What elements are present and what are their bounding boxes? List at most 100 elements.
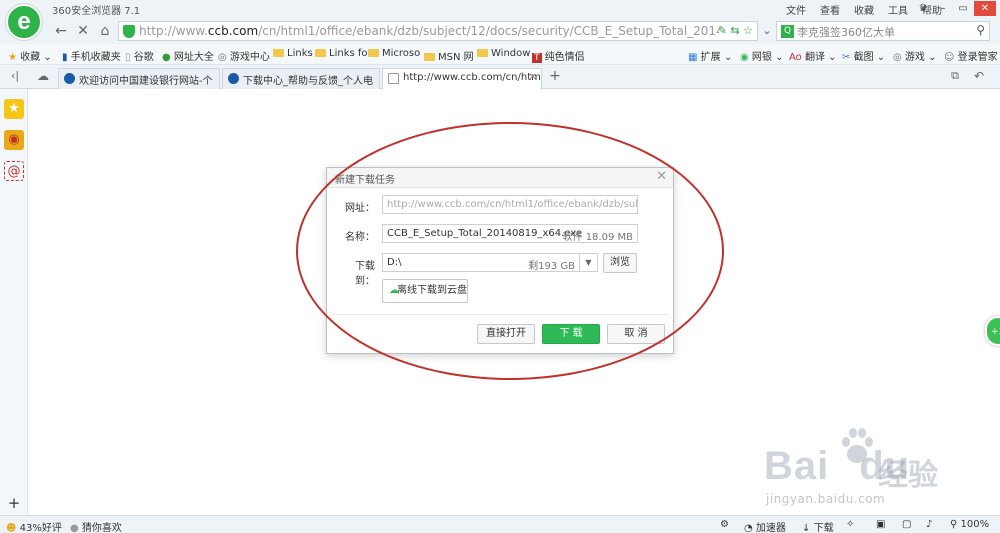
- browse-button[interactable]: 浏览: [603, 253, 637, 273]
- bookmarks-bar: ★ 收藏 ⌄ ▮ 手机收藏夹 ▯ 谷歌 ● 网址大全 ◎ 游戏中心 Links …: [0, 44, 1000, 65]
- favorites-star-icon[interactable]: ★: [4, 99, 24, 119]
- toolbar-screenshot[interactable]: ✂ 截图 ⌄: [842, 48, 885, 63]
- star-icon: ★: [8, 52, 17, 63]
- address-actions-icon[interactable]: ✎ ⇆ ☆: [718, 24, 753, 37]
- dialog-title: 新建下载任务: [335, 175, 395, 186]
- menu-tools[interactable]: 工具: [888, 2, 908, 17]
- navigation-bar: ← ✕ ⌂ http://www.ccb.com/cn/html1/office…: [0, 18, 1000, 44]
- search-engine-icon[interactable]: Q: [781, 25, 794, 38]
- accelerator-item[interactable]: ◔ 加速器: [744, 519, 786, 533]
- folder-icon: [477, 49, 488, 57]
- logo-letter: e: [17, 8, 31, 35]
- tab-download-center[interactable]: 下载中心_帮助与反馈_个人电: [222, 68, 380, 89]
- url-label: 网址：: [345, 203, 375, 214]
- security-shield-icon: [123, 25, 135, 38]
- address-bar[interactable]: http://www.ccb.com/cn/html1/office/ebank…: [118, 21, 758, 41]
- search-box[interactable]: Q 李克强签360亿大单 ⚲: [776, 21, 990, 41]
- tab-current[interactable]: http://www.ccb.com/cn/htm ✕: [382, 68, 542, 90]
- toolbar-translate[interactable]: Ao 翻译 ⌄: [789, 48, 837, 63]
- undo-close-icon[interactable]: ↶: [970, 67, 988, 85]
- search-icon[interactable]: ⚲: [976, 23, 985, 37]
- bookmark-microsoft[interactable]: Microso: [368, 48, 420, 59]
- address-dropdown-icon[interactable]: ⌄: [758, 22, 776, 40]
- rating-item[interactable]: ☻ 43%好评: [6, 519, 62, 533]
- settings-icon[interactable]: ⚙: [720, 519, 729, 530]
- app-logo[interactable]: e: [6, 4, 42, 40]
- window-controls: ♛ – ▭ ✕: [914, 1, 996, 16]
- cloud-icon[interactable]: ☁: [34, 67, 52, 85]
- toolbar-label: 翻译: [804, 52, 825, 63]
- back-button[interactable]: ←: [52, 22, 70, 40]
- weibo-icon[interactable]: ◉: [4, 130, 24, 150]
- bookmark-game-center[interactable]: ◎ 游戏中心: [218, 48, 270, 63]
- dialog-close-icon[interactable]: ✕: [656, 169, 667, 184]
- speed-icon: ◔: [744, 523, 753, 533]
- minimize-button[interactable]: –: [934, 1, 952, 16]
- toolbar-login-manager[interactable]: ☺ 登录管家: [944, 48, 998, 63]
- brand-part1: Bai: [764, 444, 830, 488]
- zoom-item[interactable]: ⚲ 100%: [950, 519, 989, 530]
- destination-field[interactable]: D:\ 剩193 GB ▼: [382, 253, 598, 272]
- home-button[interactable]: ⌂: [96, 22, 114, 40]
- clean-icon[interactable]: ✧: [846, 519, 854, 530]
- download-item[interactable]: ↓ 下载: [802, 519, 834, 533]
- tab-label: http://www.ccb.com/cn/htm: [403, 72, 541, 83]
- menu-favorites[interactable]: 收藏: [854, 2, 874, 17]
- skin-icon[interactable]: ♛: [914, 1, 932, 16]
- guess-item[interactable]: ● 猜你喜欢: [70, 519, 122, 533]
- tab-label: 欢迎访问中国建设银行网站-个: [79, 76, 213, 87]
- restore-tab-icon[interactable]: ⧉: [946, 67, 964, 85]
- toolbar-games[interactable]: ◎ 游戏 ⌄: [893, 48, 936, 63]
- search-query[interactable]: 李克强签360亿大单: [797, 24, 895, 40]
- bookmark-mobile[interactable]: ▮ 手机收藏夹: [62, 48, 121, 63]
- maximize-button[interactable]: ▭: [954, 1, 972, 16]
- new-download-dialog: 新建下载任务 ✕ 网址： http://www.ccb.com/cn/html1…: [326, 167, 674, 354]
- bookmark-windows[interactable]: Window: [477, 48, 530, 59]
- add-sidebar-icon[interactable]: +: [4, 493, 24, 513]
- download-button[interactable]: 下 载: [542, 324, 600, 344]
- bookmark-links[interactable]: Links: [273, 48, 313, 59]
- url-rest: /cn/html1/office/ebank/dzb/subject/12/do…: [258, 24, 719, 38]
- bookmark-msn[interactable]: MSN 网: [424, 48, 474, 63]
- filename-value[interactable]: CCB_E_Setup_Total_20140819_x64.exe: [387, 228, 582, 239]
- dot-icon: ●: [70, 523, 79, 533]
- close-button[interactable]: ✕: [974, 1, 996, 16]
- bookmark-favorites[interactable]: ★ 收藏 ⌄: [8, 48, 52, 63]
- toolbar-label: 截图: [853, 52, 874, 63]
- image-icon[interactable]: ▣: [876, 519, 885, 530]
- gamepad-icon: ◎: [218, 52, 227, 63]
- watermark-jingyan: 经验: [878, 458, 938, 493]
- tab-close-icon[interactable]: ✕: [529, 72, 537, 83]
- filename-field[interactable]: CCB_E_Setup_Total_20140819_x64.exe 软件 18…: [382, 224, 638, 243]
- smile-icon: ☻: [6, 523, 17, 533]
- toolbar-extensions[interactable]: ▦ 扩展 ⌄: [688, 48, 732, 63]
- open-directly-button[interactable]: 直接打开: [477, 324, 535, 344]
- window-icon[interactable]: ▢: [902, 519, 911, 530]
- sound-icon[interactable]: ♪: [926, 519, 932, 530]
- folder-icon: [368, 49, 379, 57]
- bookmark-label: 游戏中心: [229, 52, 270, 63]
- address-text[interactable]: http://www.ccb.com/cn/html1/office/ebank…: [139, 24, 719, 38]
- floating-widget[interactable]: +3: [985, 316, 1000, 346]
- tab-history-icon[interactable]: ‹|: [6, 67, 24, 85]
- url-field[interactable]: http://www.ccb.com/cn/html1/office/ebank…: [382, 195, 638, 214]
- page-icon: ▯: [125, 52, 131, 63]
- tab-ccb-home[interactable]: 欢迎访问中国建设银行网站-个: [58, 68, 220, 89]
- bookmark-couple[interactable]: T 纯色情侣: [532, 48, 585, 63]
- bookmark-label: 网址大全: [173, 52, 214, 63]
- dest-value[interactable]: D:\: [387, 257, 401, 268]
- menu-view[interactable]: 查看: [820, 2, 840, 17]
- destination-dropdown-icon[interactable]: ▼: [579, 254, 597, 271]
- stop-button[interactable]: ✕: [74, 22, 92, 40]
- bookmark-google[interactable]: ▯ 谷歌: [125, 48, 154, 63]
- bookmark-site-nav[interactable]: ● 网址大全: [162, 48, 214, 63]
- toolbar-ebank[interactable]: ◉ 网银 ⌄: [740, 48, 783, 63]
- accelerator-label: 加速器: [755, 523, 786, 533]
- new-tab-button[interactable]: +: [546, 67, 564, 85]
- cloud-download-button[interactable]: ☁ 离线下载到云盘: [382, 279, 468, 303]
- menu-file[interactable]: 文件: [786, 2, 806, 17]
- app-title: 360安全浏览器 7.1: [52, 6, 141, 17]
- cancel-button[interactable]: 取 消: [607, 324, 665, 344]
- email-icon[interactable]: @: [4, 161, 24, 181]
- bookmark-links-for[interactable]: Links fo: [315, 48, 368, 59]
